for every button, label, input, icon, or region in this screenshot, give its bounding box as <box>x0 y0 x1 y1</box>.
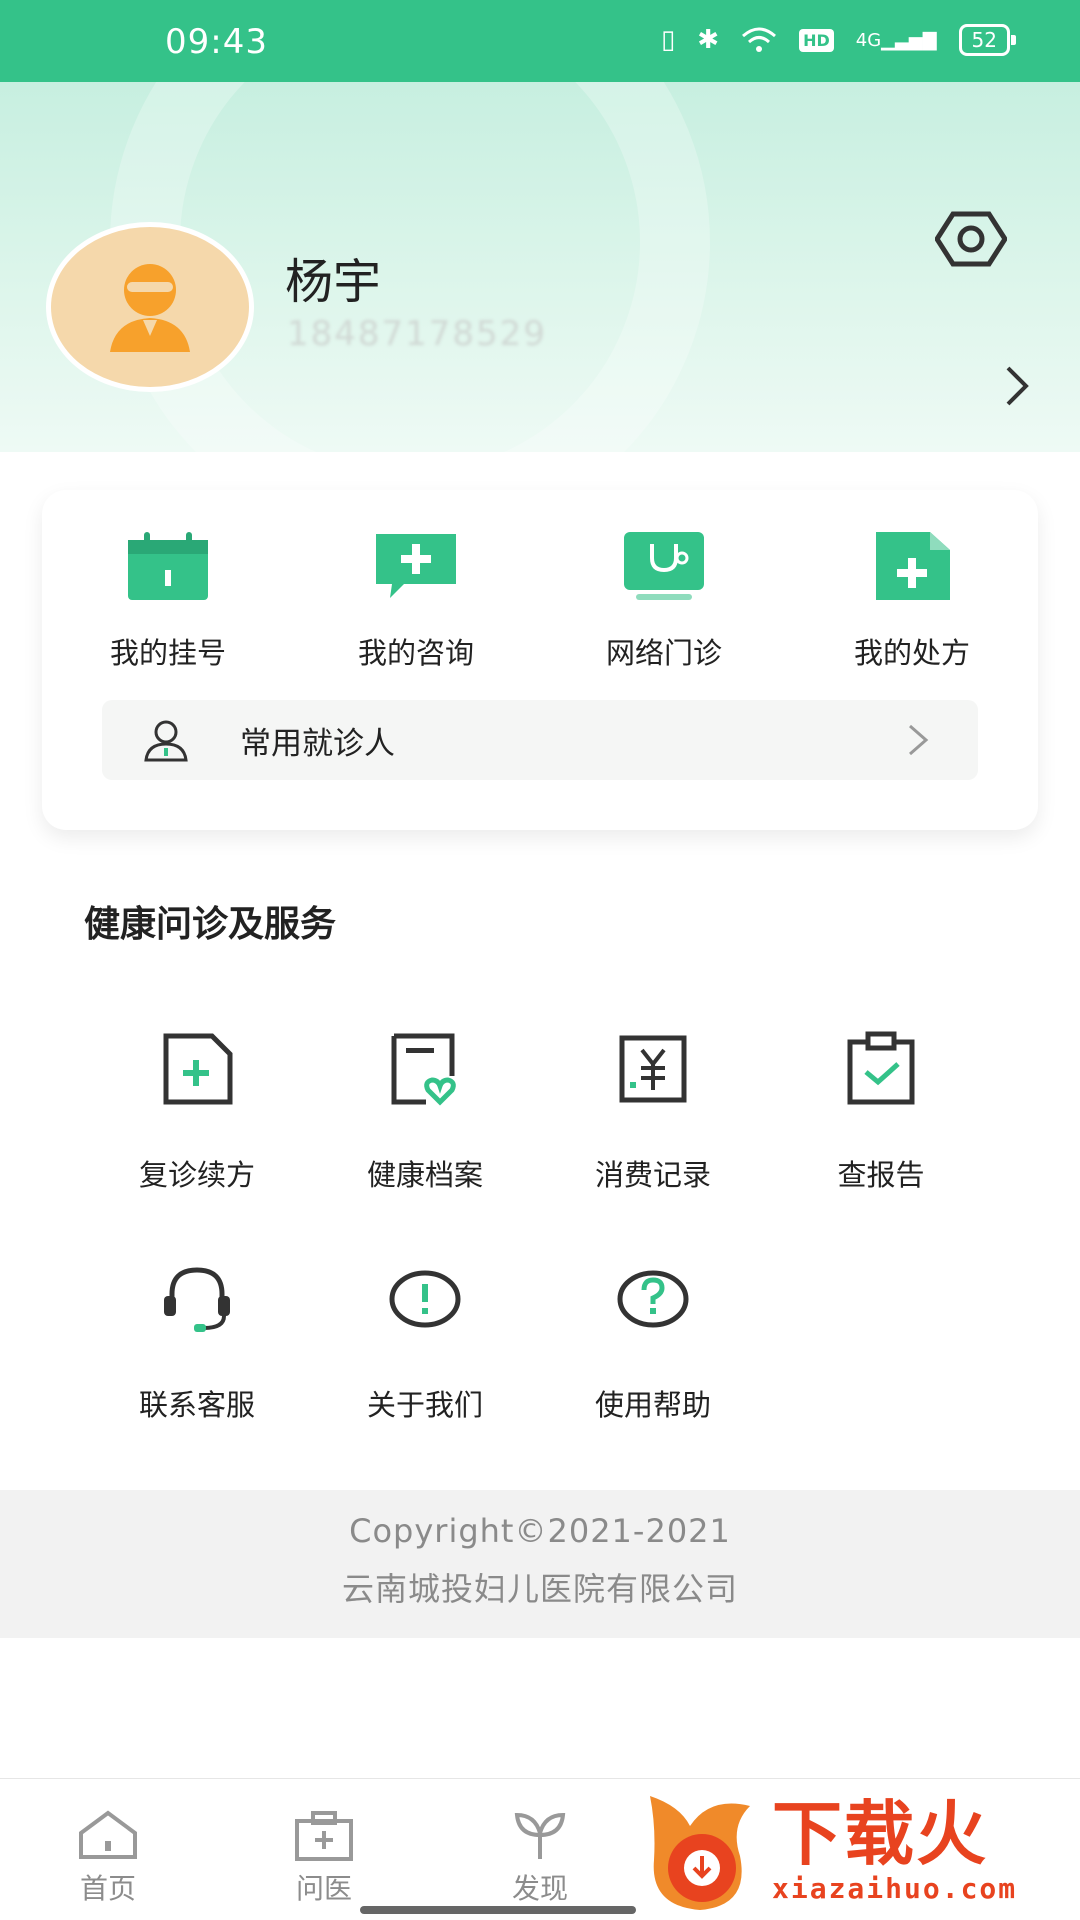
bluetooth-icon: ✱ <box>697 25 720 55</box>
document-plus-icon <box>163 1033 233 1105</box>
headset-icon <box>164 1267 230 1332</box>
medical-kit-icon <box>295 1811 353 1861</box>
hd-badge: HD <box>799 28 834 52</box>
wifi-icon <box>742 27 777 52</box>
nav-label: 问医 <box>295 1872 352 1905</box>
service-health-record[interactable]: 健康档案 <box>325 1030 525 1194</box>
service-label: 复诊续方 <box>138 1158 255 1192</box>
yuan-receipt-icon <box>619 1035 687 1103</box>
eye-icon[interactable] <box>935 210 1007 268</box>
nav-label: 发现 <box>511 1872 568 1905</box>
calendar-icon <box>128 532 208 600</box>
service-consumption-record[interactable]: 消费记录 <box>553 1030 753 1194</box>
signal-icon: 4G▁▃▅▇ <box>855 29 937 51</box>
quick-action-label: 网络门诊 <box>605 636 722 670</box>
status-bar: 09:43 ▯ ✱ HD 4G▁▃▅▇ 52 <box>0 0 1080 82</box>
service-contact-support[interactable]: 联系客服 <box>97 1260 297 1424</box>
home-indicator[interactable] <box>360 1906 636 1914</box>
clipboard-check-icon <box>847 1031 915 1105</box>
sprout-icon <box>514 1812 566 1859</box>
info-icon <box>389 1270 461 1328</box>
person-icon <box>144 720 188 762</box>
nav-item-home[interactable]: 首页 <box>38 1809 178 1907</box>
vibrate-icon: ▯ <box>660 25 676 55</box>
quick-action-my-registration[interactable]: 我的挂号 <box>48 530 288 672</box>
footer-company: 云南城投妇儿医院有限公司 <box>341 1570 738 1608</box>
quick-action-my-prescription[interactable]: 我的处方 <box>792 530 1032 672</box>
nav-item-discover[interactable]: 发现 <box>470 1809 610 1907</box>
service-label: 健康档案 <box>366 1158 483 1192</box>
home-icon <box>79 1810 137 1859</box>
battery-indicator: 52 <box>958 24 1017 56</box>
footer-copyright: Copyright©2021-2021 <box>349 1512 731 1550</box>
service-label: 使用帮助 <box>594 1388 711 1422</box>
watermark-title: 下载火 <box>772 1792 988 1875</box>
watermark-url: xiazaihuo.com <box>772 1871 1018 1905</box>
avatar-person-icon <box>110 264 190 352</box>
quick-action-label: 我的咨询 <box>357 636 474 670</box>
network-type: 4G <box>855 29 882 51</box>
frequent-patients-row[interactable]: 常用就诊人 <box>102 700 978 780</box>
chat-plus-icon <box>376 534 456 598</box>
service-check-report[interactable]: 查报告 <box>781 1030 981 1194</box>
service-follow-up-prescription[interactable]: 复诊续方 <box>97 1030 297 1194</box>
watermark: 下载火 xiazaihuo.com <box>640 1780 1080 1920</box>
frequent-patients-label: 常用就诊人 <box>240 725 395 762</box>
status-time: 09:43 <box>165 22 268 62</box>
status-icons: ▯ ✱ HD 4G▁▃▅▇ 52 <box>660 24 1017 56</box>
watermark-text: 下载火 xiazaihuo.com <box>772 1796 1017 1905</box>
quick-actions-card: 我的挂号 我的咨询 网络门诊 我的处方 常用就诊人 <box>42 490 1038 830</box>
prescription-icon <box>876 532 950 600</box>
service-help[interactable]: 使用帮助 <box>553 1260 753 1424</box>
quick-action-label: 我的挂号 <box>109 636 226 670</box>
service-label: 查报告 <box>837 1158 925 1192</box>
health-record-icon <box>391 1033 456 1106</box>
nav-item-ask-doctor[interactable]: 问医 <box>254 1809 394 1907</box>
service-label: 联系客服 <box>138 1388 255 1422</box>
quick-action-label: 我的处方 <box>853 636 970 670</box>
avatar[interactable] <box>46 222 254 392</box>
quick-action-online-clinic[interactable]: 网络门诊 <box>544 530 784 672</box>
service-about-us[interactable]: 关于我们 <box>325 1260 525 1424</box>
stethoscope-monitor-icon <box>624 532 704 600</box>
profile-header[interactable]: 杨宇 18487178529 <box>0 82 1080 452</box>
user-phone: 18487178529 <box>287 314 547 354</box>
user-name: 杨宇 <box>285 254 382 310</box>
help-icon <box>617 1270 689 1328</box>
watermark-flame-logo <box>650 1796 750 1910</box>
services-title: 健康问诊及服务 <box>84 904 337 945</box>
service-label: 消费记录 <box>594 1158 711 1192</box>
chevron-right-icon <box>909 724 929 756</box>
nav-label: 首页 <box>79 1872 136 1905</box>
chevron-right-icon[interactable] <box>1000 362 1034 410</box>
footer: Copyright©2021-2021 云南城投妇儿医院有限公司 <box>0 1490 1080 1638</box>
quick-action-my-consultation[interactable]: 我的咨询 <box>296 530 536 672</box>
service-label: 关于我们 <box>366 1388 483 1422</box>
